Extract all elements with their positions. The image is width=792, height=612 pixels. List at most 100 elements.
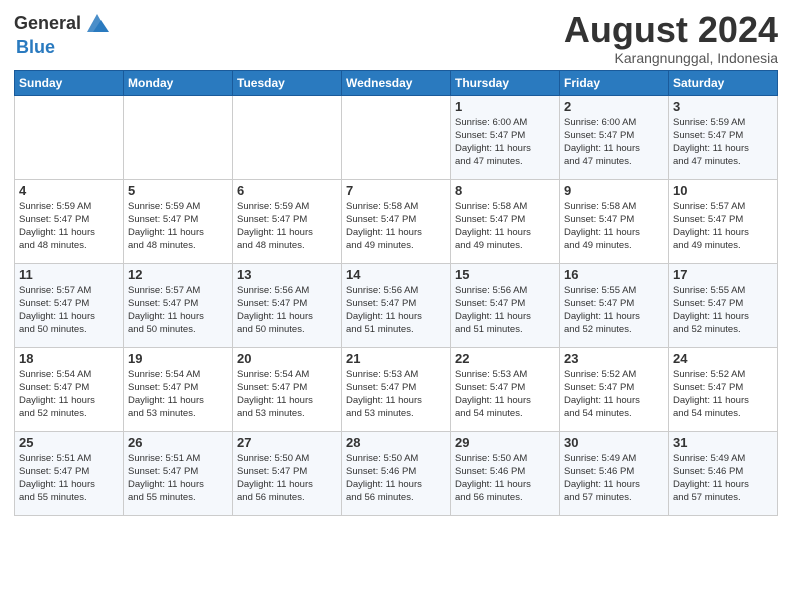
day-info: Sunrise: 5:59 AM Sunset: 5:47 PM Dayligh…: [19, 200, 119, 253]
day-number: 31: [673, 435, 773, 450]
calendar-cell: 16Sunrise: 5:55 AM Sunset: 5:47 PM Dayli…: [560, 263, 669, 347]
day-number: 18: [19, 351, 119, 366]
day-info: Sunrise: 5:51 AM Sunset: 5:47 PM Dayligh…: [128, 452, 228, 505]
calendar-cell: 30Sunrise: 5:49 AM Sunset: 5:46 PM Dayli…: [560, 431, 669, 515]
calendar-cell: 23 Sunrise: 5:52 AM Sunset: 5:47 PM Dayli…: [560, 347, 669, 431]
day-info: Sunrise: 5:57 AM Sunset: 5:47 PM Dayligh…: [19, 284, 119, 337]
day-number: 1: [455, 99, 555, 114]
calendar-cell: 27Sunrise: 5:50 AM Sunset: 5:47 PM Dayli…: [233, 431, 342, 515]
calendar-cell: [233, 95, 342, 179]
calendar-cell: 9 Sunrise: 5:58 AM Sunset: 5:47 PM Daylig…: [560, 179, 669, 263]
calendar-cell: 14 Sunrise: 5:56 AM Sunset: 5:47 PM Dayli…: [342, 263, 451, 347]
day-info: Sunrise: 5:52 AM Sunset: 5:47 PM Dayligh…: [564, 368, 664, 421]
day-number: 15: [455, 267, 555, 282]
day-number: 10: [673, 183, 773, 198]
day-info: Sunrise: 5:56 AM Sunset: 5:47 PM Dayligh…: [455, 284, 555, 337]
calendar-week-5: 25Sunrise: 5:51 AM Sunset: 5:47 PM Dayli…: [15, 431, 778, 515]
day-info: Sunrise: 5:55 AM Sunset: 5:47 PM Dayligh…: [673, 284, 773, 337]
day-number: 19: [128, 351, 228, 366]
day-info: Sunrise: 5:56 AM Sunset: 5:47 PM Dayligh…: [237, 284, 337, 337]
calendar-week-3: 11 Sunrise: 5:57 AM Sunset: 5:47 PM Dayli…: [15, 263, 778, 347]
col-wednesday: Wednesday: [342, 70, 451, 95]
calendar-cell: 24 Sunrise: 5:52 AM Sunset: 5:47 PM Dayli…: [669, 347, 778, 431]
col-monday: Monday: [124, 70, 233, 95]
day-number: 14: [346, 267, 446, 282]
day-number: 24: [673, 351, 773, 366]
day-info: Sunrise: 5:54 AM Sunset: 5:47 PM Dayligh…: [19, 368, 119, 421]
day-info: Sunrise: 5:57 AM Sunset: 5:47 PM Dayligh…: [673, 200, 773, 253]
day-info: Sunrise: 5:52 AM Sunset: 5:47 PM Dayligh…: [673, 368, 773, 421]
day-info: Sunrise: 5:50 AM Sunset: 5:46 PM Dayligh…: [455, 452, 555, 505]
calendar-cell: 19 Sunrise: 5:54 AM Sunset: 5:47 PM Dayli…: [124, 347, 233, 431]
day-info: Sunrise: 5:59 AM Sunset: 5:47 PM Dayligh…: [673, 116, 773, 169]
day-info: Sunrise: 5:53 AM Sunset: 5:47 PM Dayligh…: [346, 368, 446, 421]
calendar-cell: 2Sunrise: 6:00 AM Sunset: 5:47 PM Daylig…: [560, 95, 669, 179]
day-number: 11: [19, 267, 119, 282]
logo-text-general: General: [14, 14, 81, 34]
day-number: 2: [564, 99, 664, 114]
day-number: 6: [237, 183, 337, 198]
logo-text-blue: Blue: [16, 38, 55, 58]
header: General Blue August 2024 Karangnunggal, …: [14, 10, 778, 66]
col-friday: Friday: [560, 70, 669, 95]
day-number: 8: [455, 183, 555, 198]
day-info: Sunrise: 5:49 AM Sunset: 5:46 PM Dayligh…: [564, 452, 664, 505]
calendar-cell: 5 Sunrise: 5:59 AM Sunset: 5:47 PM Daylig…: [124, 179, 233, 263]
page-container: General Blue August 2024 Karangnunggal, …: [0, 0, 792, 524]
calendar-cell: 10 Sunrise: 5:57 AM Sunset: 5:47 PM Dayli…: [669, 179, 778, 263]
calendar-cell: 3 Sunrise: 5:59 AM Sunset: 5:47 PM Daylig…: [669, 95, 778, 179]
calendar-cell: 29 Sunrise: 5:50 AM Sunset: 5:46 PM Dayli…: [451, 431, 560, 515]
day-info: Sunrise: 6:00 AM Sunset: 5:47 PM Dayligh…: [455, 116, 555, 169]
day-info: Sunrise: 5:59 AM Sunset: 5:47 PM Dayligh…: [237, 200, 337, 253]
day-info: Sunrise: 5:54 AM Sunset: 5:47 PM Dayligh…: [237, 368, 337, 421]
day-info: Sunrise: 5:53 AM Sunset: 5:47 PM Dayligh…: [455, 368, 555, 421]
day-number: 12: [128, 267, 228, 282]
day-info: Sunrise: 5:54 AM Sunset: 5:47 PM Dayligh…: [128, 368, 228, 421]
month-year-title: August 2024: [564, 10, 778, 50]
title-block: August 2024 Karangnunggal, Indonesia: [564, 10, 778, 66]
calendar-cell: 18 Sunrise: 5:54 AM Sunset: 5:47 PM Dayli…: [15, 347, 124, 431]
day-number: 9: [564, 183, 664, 198]
calendar-cell: 4Sunrise: 5:59 AM Sunset: 5:47 PM Daylig…: [15, 179, 124, 263]
calendar-cell: [124, 95, 233, 179]
calendar-cell: 6 Sunrise: 5:59 AM Sunset: 5:47 PM Daylig…: [233, 179, 342, 263]
calendar-table: Sunday Monday Tuesday Wednesday Thursday…: [14, 70, 778, 516]
day-number: 13: [237, 267, 337, 282]
day-info: Sunrise: 5:58 AM Sunset: 5:47 PM Dayligh…: [346, 200, 446, 253]
day-number: 5: [128, 183, 228, 198]
day-number: 26: [128, 435, 228, 450]
day-number: 16: [564, 267, 664, 282]
day-number: 3: [673, 99, 773, 114]
day-number: 22: [455, 351, 555, 366]
calendar-cell: 22 Sunrise: 5:53 AM Sunset: 5:47 PM Dayli…: [451, 347, 560, 431]
calendar-cell: 31Sunrise: 5:49 AM Sunset: 5:46 PM Dayli…: [669, 431, 778, 515]
col-thursday: Thursday: [451, 70, 560, 95]
calendar-cell: 28 Sunrise: 5:50 AM Sunset: 5:46 PM Dayli…: [342, 431, 451, 515]
calendar-cell: 26 Sunrise: 5:51 AM Sunset: 5:47 PM Dayli…: [124, 431, 233, 515]
calendar-cell: 1 Sunrise: 6:00 AM Sunset: 5:47 PM Daylig…: [451, 95, 560, 179]
day-info: Sunrise: 5:58 AM Sunset: 5:47 PM Dayligh…: [564, 200, 664, 253]
day-number: 7: [346, 183, 446, 198]
logo-icon: [83, 10, 111, 38]
day-number: 17: [673, 267, 773, 282]
col-saturday: Saturday: [669, 70, 778, 95]
day-number: 28: [346, 435, 446, 450]
day-number: 29: [455, 435, 555, 450]
day-info: Sunrise: 5:50 AM Sunset: 5:46 PM Dayligh…: [346, 452, 446, 505]
col-tuesday: Tuesday: [233, 70, 342, 95]
logo: General Blue: [14, 10, 111, 58]
day-info: Sunrise: 5:56 AM Sunset: 5:47 PM Dayligh…: [346, 284, 446, 337]
calendar-cell: [15, 95, 124, 179]
day-number: 27: [237, 435, 337, 450]
calendar-cell: 25Sunrise: 5:51 AM Sunset: 5:47 PM Dayli…: [15, 431, 124, 515]
calendar-cell: 17 Sunrise: 5:55 AM Sunset: 5:47 PM Dayli…: [669, 263, 778, 347]
day-number: 23: [564, 351, 664, 366]
day-info: Sunrise: 5:59 AM Sunset: 5:47 PM Dayligh…: [128, 200, 228, 253]
calendar-cell: 8Sunrise: 5:58 AM Sunset: 5:47 PM Daylig…: [451, 179, 560, 263]
calendar-week-2: 4Sunrise: 5:59 AM Sunset: 5:47 PM Daylig…: [15, 179, 778, 263]
day-info: Sunrise: 5:57 AM Sunset: 5:47 PM Dayligh…: [128, 284, 228, 337]
calendar-cell: 15 Sunrise: 5:56 AM Sunset: 5:47 PM Dayli…: [451, 263, 560, 347]
calendar-cell: 11 Sunrise: 5:57 AM Sunset: 5:47 PM Dayli…: [15, 263, 124, 347]
calendar-cell: 7 Sunrise: 5:58 AM Sunset: 5:47 PM Daylig…: [342, 179, 451, 263]
col-sunday: Sunday: [15, 70, 124, 95]
